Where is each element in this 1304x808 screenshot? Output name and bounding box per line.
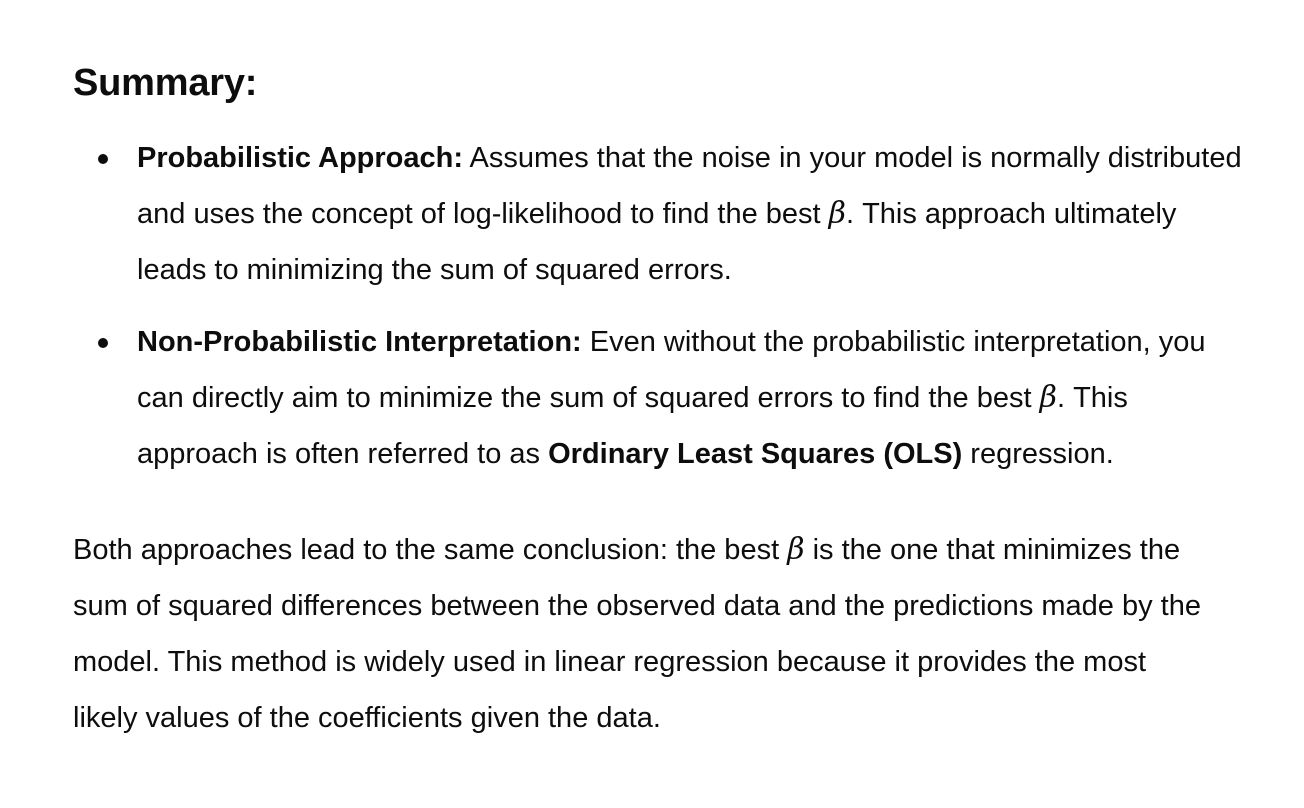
beta-symbol: β [787, 532, 805, 567]
item-text: regression. [962, 438, 1114, 470]
beta-symbol: β [828, 196, 846, 231]
conclusion-text: Both approaches lead to the same conclus… [73, 534, 788, 566]
beta-symbol: β [1039, 380, 1057, 415]
document-page: Summary: Probabilistic Approach: Assumes… [0, 0, 1304, 808]
list-item-non-probabilistic: Non-Probabilistic Interpretation: Even w… [73, 314, 1244, 482]
item-term: Non-Probabilistic Interpretation: [137, 326, 582, 358]
summary-heading: Summary: [73, 62, 258, 104]
list-item-probabilistic: Probabilistic Approach: Assumes that the… [73, 130, 1244, 298]
conclusion-paragraph: Both approaches lead to the same conclus… [73, 522, 1244, 746]
item-term: Probabilistic Approach: [137, 142, 464, 174]
item-emphasis: Ordinary Least Squares (OLS) [548, 438, 963, 470]
bullet-icon [98, 154, 108, 164]
summary-list: Probabilistic Approach: Assumes that the… [73, 130, 1244, 482]
bullet-icon [98, 338, 108, 348]
